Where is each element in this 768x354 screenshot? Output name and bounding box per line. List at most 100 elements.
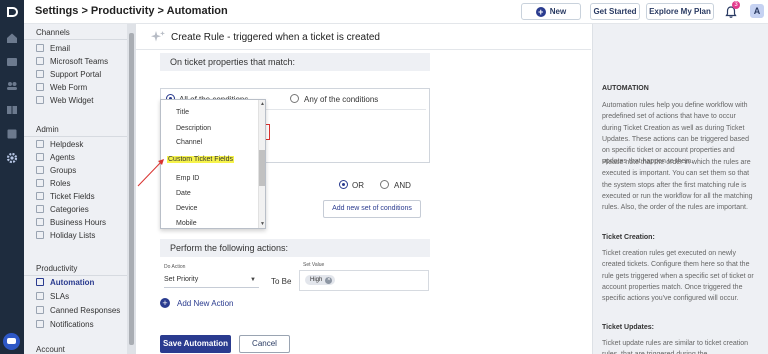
automation-icon <box>36 278 44 286</box>
sidebar-item-helpdesk[interactable]: Helpdesk <box>36 140 83 151</box>
settings-sidebar: Channels Email Microsoft Teams Support P… <box>24 24 136 354</box>
agents-icon <box>36 153 44 161</box>
contacts-icon[interactable] <box>6 80 18 92</box>
annotation-arrow-icon <box>137 159 164 187</box>
notifications-icon <box>36 320 44 328</box>
sidebar-item-categories[interactable]: Categories <box>36 205 89 216</box>
help-title: AUTOMATION <box>602 85 649 92</box>
tickets-icon[interactable] <box>6 56 18 68</box>
add-action-link[interactable]: Add New Action <box>177 299 233 308</box>
chat-icon <box>7 338 16 344</box>
divider <box>24 39 130 40</box>
avatar[interactable]: A <box>750 4 764 18</box>
dropdown-option[interactable]: Mobile <box>176 220 197 227</box>
or-label: OR <box>352 181 364 190</box>
sparkle-icon <box>151 31 165 42</box>
dropdown-option[interactable]: Description <box>176 125 211 132</box>
new-button[interactable]: + New <box>521 3 581 20</box>
logo-icon <box>7 7 18 17</box>
sidebar-item-email[interactable]: Email <box>36 44 70 55</box>
sidebar-account-title: Account <box>36 345 65 354</box>
get-started-button[interactable]: Get Started <box>590 3 640 20</box>
icon-rail <box>0 24 24 354</box>
sidebar-scroll-thumb[interactable] <box>129 33 134 345</box>
help-paragraph: Ticket update rules are similar to ticke… <box>602 340 749 354</box>
save-automation-button[interactable]: Save Automation <box>160 335 231 353</box>
page-title: Create Rule - triggered when a ticket is… <box>171 32 380 43</box>
calendar-icon <box>36 231 44 239</box>
sidebar-item-business-hours[interactable]: Business Hours <box>36 218 106 229</box>
dropdown-option[interactable]: Emp ID <box>176 175 199 182</box>
help-subheading: Ticket Updates: <box>602 324 654 331</box>
sidebar-item-teams[interactable]: Microsoft Teams <box>36 57 108 68</box>
sidebar-item-portal[interactable]: Support Portal <box>36 70 101 81</box>
sidebar-item-roles[interactable]: Roles <box>36 179 70 190</box>
sidebar-item-automation[interactable]: Automation <box>36 278 94 289</box>
gear-icon[interactable] <box>6 152 18 164</box>
breadcrumb: Settings > Productivity > Automation <box>35 5 228 17</box>
help-subheading: Ticket Creation: <box>602 234 655 241</box>
value-chip[interactable]: High × <box>305 275 336 285</box>
plus-icon: + <box>535 7 546 17</box>
app-logo[interactable] <box>0 0 24 24</box>
sidebar-item-slas[interactable]: SLAs <box>36 292 69 303</box>
form-icon <box>36 83 44 91</box>
remove-chip-icon[interactable]: × <box>325 277 333 284</box>
add-conditions-button[interactable]: Add new set of conditions <box>323 200 421 218</box>
field-dropdown-list[interactable]: Title Description Channel Custom Ticket … <box>160 99 266 229</box>
help-paragraph: Please note that the order in which the … <box>602 159 753 212</box>
teams-icon <box>36 57 44 65</box>
do-action-value: Set Priority <box>164 276 199 283</box>
sidebar-item-webform[interactable]: Web Form <box>36 83 87 94</box>
sidebar-item-widget[interactable]: Web Widget <box>36 96 93 107</box>
dropdown-option[interactable]: Channel <box>176 139 202 146</box>
email-icon <box>36 44 44 52</box>
scroll-down-icon[interactable]: ▼ <box>260 221 265 227</box>
widget-icon <box>36 96 44 104</box>
roles-icon <box>36 179 44 187</box>
dropdown-option[interactable]: Date <box>176 190 191 197</box>
chat-button[interactable] <box>3 333 20 350</box>
dropdown-scroll-thumb[interactable] <box>259 150 265 186</box>
cancel-button[interactable]: Cancel <box>239 335 290 353</box>
dropdown-option[interactable]: Device <box>176 205 197 212</box>
add-action-icon[interactable]: + <box>160 298 170 308</box>
to-be-label: To Be <box>271 277 292 286</box>
sidebar-item-ticket-fields[interactable]: Ticket Fields <box>36 192 95 203</box>
caret-down-icon: ▼ <box>250 277 256 283</box>
sidebar-admin-title: Admin <box>36 125 59 134</box>
portal-icon <box>36 70 44 78</box>
or-radio[interactable] <box>339 180 348 189</box>
helpdesk-icon <box>36 140 44 148</box>
help-paragraph: Ticket creation rules get executed on ne… <box>602 250 754 303</box>
knowledge-icon[interactable] <box>6 104 18 116</box>
categories-icon <box>36 205 44 213</box>
sidebar-channels-title: Channels <box>36 28 70 37</box>
scroll-up-icon[interactable]: ▲ <box>260 101 265 107</box>
sidebar-item-groups[interactable]: Groups <box>36 166 76 177</box>
and-radio[interactable] <box>380 180 389 189</box>
any-conditions-label: Any of the conditions <box>304 95 379 104</box>
help-panel: AUTOMATION Automation rules help you def… <box>592 24 768 354</box>
sidebar-item-agents[interactable]: Agents <box>36 153 75 164</box>
sidebar-item-canned-responses[interactable]: Canned Responses <box>36 306 120 317</box>
any-conditions-radio[interactable] <box>290 94 299 103</box>
fields-icon <box>36 192 44 200</box>
sidebar-item-notifications[interactable]: Notifications <box>36 320 94 331</box>
and-label: AND <box>394 181 411 190</box>
dropdown-option[interactable]: Title <box>176 109 189 116</box>
divider <box>24 136 130 137</box>
sidebar-productivity-title: Productivity <box>36 264 78 273</box>
divider <box>24 275 130 276</box>
do-action-select[interactable]: Set Priority ▼ <box>164 273 259 288</box>
value-chip-label: High <box>310 277 323 283</box>
dropdown-option-highlighted[interactable]: Custom Ticket Fields <box>167 156 234 163</box>
explore-plan-button[interactable]: Explore My Plan <box>646 3 714 20</box>
new-button-label: New <box>549 7 567 16</box>
reports-icon[interactable] <box>6 128 18 140</box>
home-icon[interactable] <box>6 32 18 44</box>
rule-header: Create Rule - triggered when a ticket is… <box>136 24 591 50</box>
sidebar-item-holiday-lists[interactable]: Holiday Lists <box>36 231 95 242</box>
actions-header: Perform the following actions: <box>160 239 430 257</box>
do-action-label: Do Action <box>164 264 186 270</box>
